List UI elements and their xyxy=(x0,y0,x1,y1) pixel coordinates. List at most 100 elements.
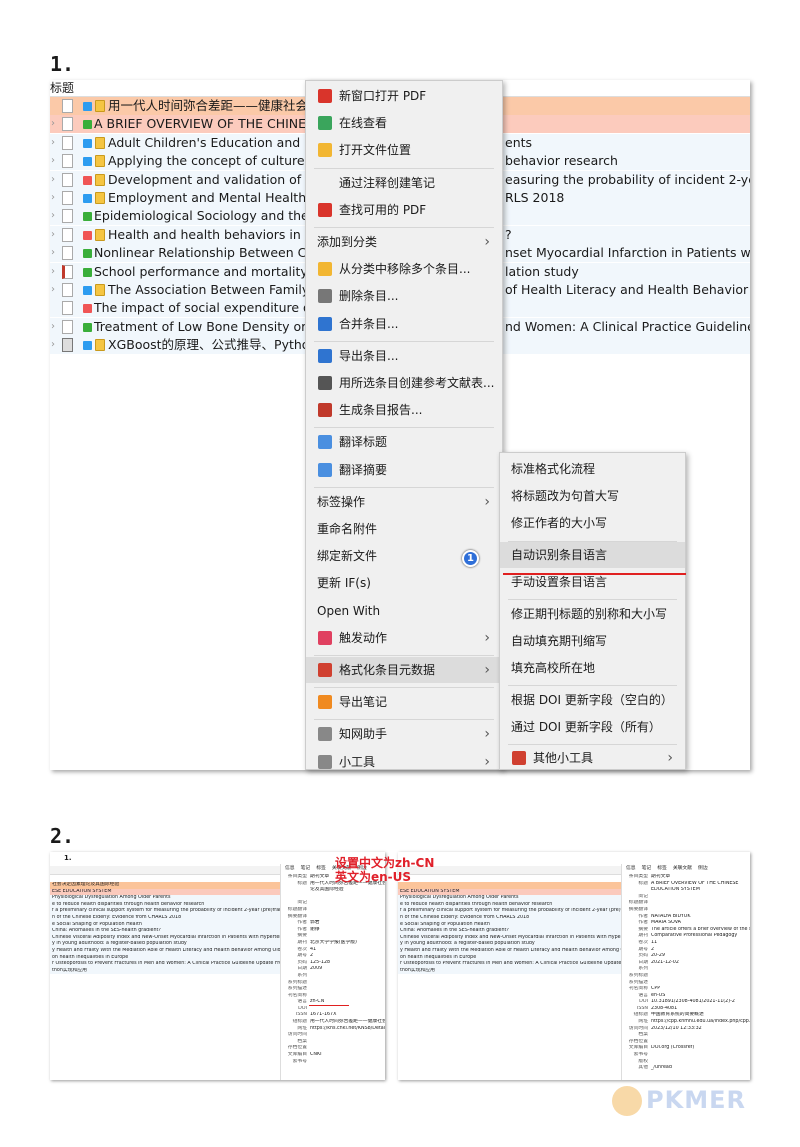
twisty-chevron-icon[interactable]: › xyxy=(51,263,55,281)
mini-field-value[interactable]: 125-128 xyxy=(310,960,330,965)
mini-field-value[interactable]: 谢铮 xyxy=(310,927,320,932)
menu-item[interactable]: 填充高校所在地 xyxy=(500,655,685,681)
mini-tab[interactable]: 关联文献 xyxy=(673,866,692,871)
menu-item[interactable]: 通过 DOI 更新字段（所有） xyxy=(500,714,685,740)
mini-field-value[interactable]: Comparative Professional Pedagogy xyxy=(651,933,737,938)
mini-tab[interactable]: 笔记 xyxy=(301,866,311,871)
menu-item[interactable]: 自动填充期刊缩写 xyxy=(500,628,685,654)
mini-tab[interactable]: 标签 xyxy=(316,866,326,871)
mini-list-row[interactable]: thon实现和应用 xyxy=(50,967,280,975)
mini-list-row[interactable]: e to reduce health disparities through h… xyxy=(398,901,621,909)
mini-field-value[interactable]: CNKI xyxy=(310,1052,322,1057)
mini-field-value[interactable]: 期刊文章 xyxy=(651,874,670,879)
mini-field-value[interactable]: _/unread xyxy=(651,1065,672,1070)
mini-list-row[interactable]: y Health and Frailty With the Mediation … xyxy=(398,947,621,955)
menu-item[interactable]: 修正期刊标题的别称和大小写 xyxy=(500,601,685,627)
mini-tab[interactable]: 标签 xyxy=(657,866,667,871)
mini-list-row[interactable]: Chinese Visceral Adiposity Index and New… xyxy=(398,934,621,942)
twisty-chevron-icon[interactable]: › xyxy=(51,318,55,336)
mini-field-value[interactable]: DOI.org (Crossref) xyxy=(651,1045,694,1050)
mini-field-value[interactable]: 用一代人时间弥合差距——健康社会决定因素 xyxy=(310,1019,385,1024)
menu-item[interactable]: 触发动作 › xyxy=(306,625,502,651)
mini-list-row[interactable]: ESE EDUCATION SYSTEM xyxy=(398,888,621,896)
mini-field-value[interactable]: NATALYA BIDYUK xyxy=(651,914,690,919)
mini-list-row[interactable]: Physiological Dysregulation Among Older … xyxy=(50,895,280,902)
mini-field-value[interactable]: MARIA SOVA xyxy=(651,920,681,925)
mini-list-row[interactable]: Physiological Dysregulation Among Older … xyxy=(398,895,621,902)
mini-field-value[interactable]: 20-29 xyxy=(651,953,665,958)
mini-list-row[interactable]: y in young adulthood: a register-based p… xyxy=(398,941,621,948)
twisty-chevron-icon[interactable]: › xyxy=(51,244,55,262)
menu-item[interactable]: 将标题改为句首大写 xyxy=(500,483,685,509)
mini-list-row[interactable]: r Osteoporosis to Prevent Fractures in M… xyxy=(50,961,280,968)
mini-field-value[interactable]: en-US xyxy=(651,993,665,998)
mini-list-row[interactable]: on health inequalities in Europe xyxy=(398,954,621,962)
mini-field-value[interactable]: EDUCATION SYSTEM xyxy=(651,887,700,892)
menu-item[interactable]: 标签操作 › xyxy=(306,489,502,515)
menu-item[interactable]: Open With xyxy=(306,598,502,624)
mini-tab[interactable]: 笔记 xyxy=(642,866,652,871)
mini-tab[interactable]: 信息 xyxy=(285,866,295,871)
menu-item[interactable]: 翻译标题 xyxy=(306,429,502,455)
mini-field-value[interactable]: 郭岩 xyxy=(310,920,320,925)
menu-item[interactable]: 查找可用的 PDF xyxy=(306,197,502,223)
mini-tab[interactable]: 侧边 xyxy=(698,866,708,871)
mini-list-row[interactable]: 社会决定因素理论及其国际经验 xyxy=(50,882,280,889)
menu-item[interactable]: 其他小工具 › xyxy=(500,745,685,771)
mini-field-value[interactable]: 2 xyxy=(651,947,654,952)
mini-tab[interactable]: 信息 xyxy=(626,866,636,871)
menu-item[interactable]: 标准格式化流程 xyxy=(500,456,685,482)
menu-item[interactable]: 知网助手 › xyxy=(306,721,502,747)
mini-field-value[interactable]: 2009 xyxy=(310,966,322,971)
menu-item[interactable]: 打开文件位置 xyxy=(306,137,502,163)
mini-list-row[interactable]: on health inequalities in Europe xyxy=(50,954,280,962)
mini-field-value[interactable]: 10.31891/2308-4081/2021-11(2)-2 xyxy=(651,999,735,1004)
twisty-chevron-icon[interactable]: › xyxy=(51,171,55,189)
mini-field-value[interactable]: 11 xyxy=(651,940,657,945)
menu-item[interactable]: 删除条目... xyxy=(306,283,502,309)
twisty-chevron-icon[interactable]: › xyxy=(51,134,55,152)
mini-field-value[interactable]: 论及其国际经验 xyxy=(310,887,344,892)
menu-item[interactable]: 更新 IF(s) xyxy=(306,570,502,596)
mini-list-row[interactable]: r Osteoporosis to Prevent Fractures in M… xyxy=(398,961,621,968)
mini-field-value[interactable]: A BRIEF OVERVIEW OF THE CHINESE xyxy=(651,881,738,886)
menu-item[interactable]: 用所选条目创建参考文献表... xyxy=(306,370,502,396)
mini-field-value[interactable]: 2 xyxy=(310,953,313,958)
mini-field-value[interactable]: 2021-12-02 xyxy=(651,960,679,965)
mini-list-row[interactable] xyxy=(398,882,621,889)
menu-item[interactable]: 合并条目... xyxy=(306,311,502,337)
twisty-chevron-icon[interactable]: › xyxy=(51,336,55,354)
mini-field-value[interactable]: 中国教育系统的简要概述 xyxy=(651,1012,704,1017)
menu-item[interactable]: 添加到分类 › xyxy=(306,229,502,255)
menu-item[interactable]: 自动识别条目语言 xyxy=(500,541,685,568)
menu-item[interactable]: 翻译摘要 xyxy=(306,457,502,483)
menu-item[interactable]: 从分类中移除多个条目... xyxy=(306,256,502,282)
twisty-chevron-icon[interactable]: › xyxy=(51,207,55,225)
mini-field-value[interactable]: 41 xyxy=(310,947,316,952)
menu-item[interactable]: 生成条目报告... xyxy=(306,397,502,423)
twisty-chevron-icon[interactable]: › xyxy=(51,152,55,170)
mini-field-value[interactable]: CPP xyxy=(651,986,660,991)
mini-field-value[interactable]: 北京大学学报(医学版) xyxy=(310,940,357,945)
mini-list-row[interactable]: e to reduce health disparities through h… xyxy=(50,901,280,909)
mini-list-row[interactable]: f a preliminary clinical support system … xyxy=(398,908,621,915)
menu-item[interactable]: 修正作者的大小写 xyxy=(500,510,685,536)
twisty-chevron-icon[interactable]: › xyxy=(51,226,55,244)
mini-list-row[interactable]: e Social Shaping of Population Health xyxy=(398,921,621,929)
twisty-chevron-icon[interactable]: › xyxy=(51,281,55,299)
mini-list-row[interactable]: y in young adulthood: a register-based p… xyxy=(50,941,280,948)
twisty-chevron-icon[interactable]: › xyxy=(51,115,55,133)
column-header-title[interactable]: 标题 xyxy=(50,80,74,96)
mini-list-row[interactable]: Chinese Visceral Adiposity Index and New… xyxy=(50,934,280,942)
mini-list-row[interactable]: thon实现和应用 xyxy=(398,967,621,975)
mini-list-row[interactable]: ESE EDUCATION SYSTEM xyxy=(50,888,280,896)
menu-item[interactable]: 格式化条目元数据 › xyxy=(306,657,502,683)
menu-item[interactable]: 根据 DOI 更新字段（空白的） xyxy=(500,687,685,713)
mini-list-row[interactable]: h of the Chinese Elderly: Evidence from … xyxy=(50,914,280,922)
menu-item[interactable]: 导出笔记 xyxy=(306,689,502,715)
mini-list-row[interactable]: China: Anomalies in the SES-health gradi… xyxy=(50,928,280,935)
mini-field-value[interactable]: zh-CN xyxy=(310,999,324,1004)
mini-list-row[interactable]: e Social Shaping of Population Health xyxy=(50,921,280,929)
mini-list-row[interactable]: f a preliminary clinical support system … xyxy=(50,908,280,915)
mini-field-value[interactable]: 2308-4081 xyxy=(651,1006,677,1011)
